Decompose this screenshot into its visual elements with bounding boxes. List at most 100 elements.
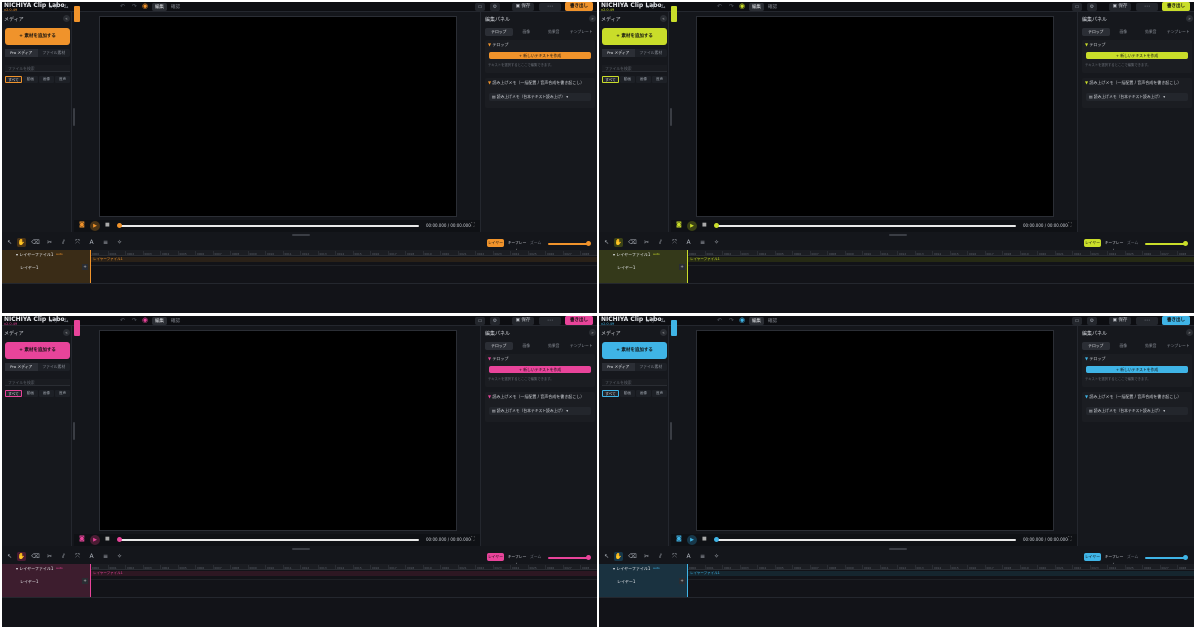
zoom-slider[interactable] xyxy=(1145,243,1187,245)
panel-toggle-marker[interactable] xyxy=(671,6,677,22)
add-text-button[interactable]: + 新しいテキストを作成 xyxy=(489,366,591,373)
camera-icon[interactable]: ◙ xyxy=(79,535,85,542)
filter-video[interactable]: 動画 xyxy=(23,76,38,83)
file-clip[interactable]: レイヤーファイル1 xyxy=(687,571,1194,576)
panel-toggle-marker[interactable] xyxy=(74,320,80,336)
memo-section-header[interactable]: ▼ 読み上げメモ（一括配置 / 音声合成を書き起こし） xyxy=(488,394,584,400)
undo-icon[interactable]: ↶ xyxy=(717,317,722,324)
scissors-icon[interactable]: ✂ xyxy=(45,238,54,247)
save-button[interactable]: ▣ 保存 xyxy=(512,3,534,11)
time-ruler[interactable]: 0000 0001 0002 0003 0004 0005 0006 0007 0008 0009… xyxy=(90,250,597,256)
trim-icon[interactable]: ⤧ xyxy=(73,238,82,247)
hand-tool-icon[interactable]: ✋ xyxy=(614,552,623,561)
redo-icon[interactable]: ↷ xyxy=(729,317,734,324)
tab-sound-effect[interactable]: 効果音 xyxy=(540,28,568,36)
telop-section-header[interactable]: ▼ テロップ xyxy=(1085,42,1105,48)
telop-section-header[interactable]: ▼ テロップ xyxy=(488,42,508,48)
seek-bar[interactable] xyxy=(716,539,1016,541)
stop-icon[interactable]: ■ xyxy=(105,222,110,228)
tab-sound-effect[interactable]: 効果音 xyxy=(1137,342,1165,350)
panel-resize-handle[interactable] xyxy=(670,108,672,126)
align-icon[interactable]: ≡ xyxy=(101,552,110,561)
media-search-input[interactable]: ファイルを検索 xyxy=(5,65,70,72)
scissors-icon[interactable]: ✂ xyxy=(45,552,54,561)
text-tool-icon[interactable]: A xyxy=(87,552,96,561)
seek-bar[interactable] xyxy=(716,225,1016,227)
filter-image[interactable]: 画像 xyxy=(39,76,54,83)
play-button[interactable]: ▶ xyxy=(687,221,697,231)
collapse-icon[interactable]: « xyxy=(660,15,667,22)
select-tool-icon[interactable]: ↖ xyxy=(602,238,611,247)
telop-section-header[interactable]: ▼ テロップ xyxy=(488,356,508,362)
export-button[interactable]: 書き出し xyxy=(1162,316,1190,325)
panel-resize-handle[interactable] xyxy=(670,422,672,440)
mode-edit-tab[interactable]: 編集 xyxy=(749,3,764,11)
undo-icon[interactable]: ↶ xyxy=(717,3,722,10)
add-media-button[interactable]: + 素材を追加する xyxy=(602,28,667,45)
add-icon[interactable]: + xyxy=(679,578,685,584)
zoom-knob[interactable] xyxy=(586,241,591,246)
save-button[interactable]: ▣ 保存 xyxy=(512,317,534,325)
monitor-icon[interactable]: ▭ xyxy=(475,317,485,325)
sparkle-icon[interactable]: ✧ xyxy=(115,238,124,247)
tab-telop[interactable]: テロップ xyxy=(485,28,513,36)
memo-item[interactable]: ▤ 読み上げメモ（台本テキスト読み上げ） ▾ xyxy=(1086,407,1188,415)
align-icon[interactable]: ≡ xyxy=(101,238,110,247)
home-link[interactable]: ⌂ ホーム xyxy=(646,3,666,10)
layer-track-label[interactable]: レイヤー1 xyxy=(617,579,635,585)
split-icon[interactable]: ⫽ xyxy=(59,238,68,247)
seek-knob[interactable] xyxy=(714,537,719,542)
tab-image[interactable]: 画像 xyxy=(1110,342,1138,350)
save-button[interactable]: ▣ 保存 xyxy=(1109,317,1131,325)
monitor-icon[interactable]: ▭ xyxy=(1072,3,1082,11)
tab-telop[interactable]: テロップ xyxy=(1082,342,1110,350)
gear-icon[interactable]: ⚙ xyxy=(1087,317,1097,325)
home-link[interactable]: ⌂ ホーム xyxy=(49,317,69,324)
keyframe-button[interactable]: キーフレーム xyxy=(507,553,527,567)
play-button[interactable]: ▶ xyxy=(90,221,100,231)
more-button[interactable]: ⋯ xyxy=(1136,317,1158,325)
filter-all[interactable]: すべて xyxy=(602,390,619,397)
keyframe-button[interactable]: キーフレーム xyxy=(507,239,527,253)
mode-view-tab[interactable]: 確認 xyxy=(168,3,183,11)
file-clip[interactable]: レイヤーファイル1 xyxy=(90,257,597,262)
seek-bar[interactable] xyxy=(119,225,419,227)
zoom-knob[interactable] xyxy=(586,555,591,560)
layer-button[interactable]: レイヤー xyxy=(487,239,504,247)
tab-file-media[interactable]: ファイル素材 xyxy=(38,49,71,57)
tab-file-media[interactable]: ファイル素材 xyxy=(38,363,71,371)
playhead[interactable] xyxy=(90,250,91,283)
tab-image[interactable]: 画像 xyxy=(513,28,541,36)
export-button[interactable]: 書き出し xyxy=(565,316,593,325)
seek-knob[interactable] xyxy=(117,223,122,228)
gear-icon[interactable]: ⚙ xyxy=(1087,3,1097,11)
zoom-slider[interactable] xyxy=(548,557,590,559)
eye-icon[interactable]: ◉ xyxy=(142,316,148,324)
camera-icon[interactable]: ◙ xyxy=(79,221,85,228)
tab-image[interactable]: 画像 xyxy=(1110,28,1138,36)
tab-template[interactable]: テンプレート xyxy=(568,28,596,36)
time-ruler[interactable]: 0000 0001 0002 0003 0004 0005 0006 0007 0008 0009… xyxy=(90,564,597,570)
undo-icon[interactable]: ↶ xyxy=(120,317,125,324)
gear-icon[interactable]: ⚙ xyxy=(490,317,500,325)
add-media-button[interactable]: + 素材を追加する xyxy=(5,28,70,45)
playhead[interactable] xyxy=(90,564,91,597)
mode-edit-tab[interactable]: 編集 xyxy=(749,317,764,325)
trim-icon[interactable]: ⤧ xyxy=(670,238,679,247)
filter-audio[interactable]: 音声 xyxy=(55,76,70,83)
text-tool-icon[interactable]: A xyxy=(684,238,693,247)
tab-sound-effect[interactable]: 効果音 xyxy=(1137,28,1165,36)
tab-pro-media[interactable]: Pro メディア xyxy=(5,49,38,57)
zoom-slider[interactable] xyxy=(1145,557,1187,559)
eraser-icon[interactable]: ⌫ xyxy=(31,238,40,247)
collapse-icon[interactable]: » xyxy=(1186,329,1193,336)
scissors-icon[interactable]: ✂ xyxy=(642,552,651,561)
tab-template[interactable]: テンプレート xyxy=(1165,28,1193,36)
align-icon[interactable]: ≡ xyxy=(698,552,707,561)
tab-telop[interactable]: テロップ xyxy=(1082,28,1110,36)
export-button[interactable]: 書き出し xyxy=(565,2,593,11)
add-text-button[interactable]: + 新しいテキストを作成 xyxy=(1086,52,1188,59)
text-tool-icon[interactable]: A xyxy=(87,238,96,247)
collapse-icon[interactable]: « xyxy=(660,329,667,336)
more-button[interactable]: ⋯ xyxy=(1136,3,1158,11)
